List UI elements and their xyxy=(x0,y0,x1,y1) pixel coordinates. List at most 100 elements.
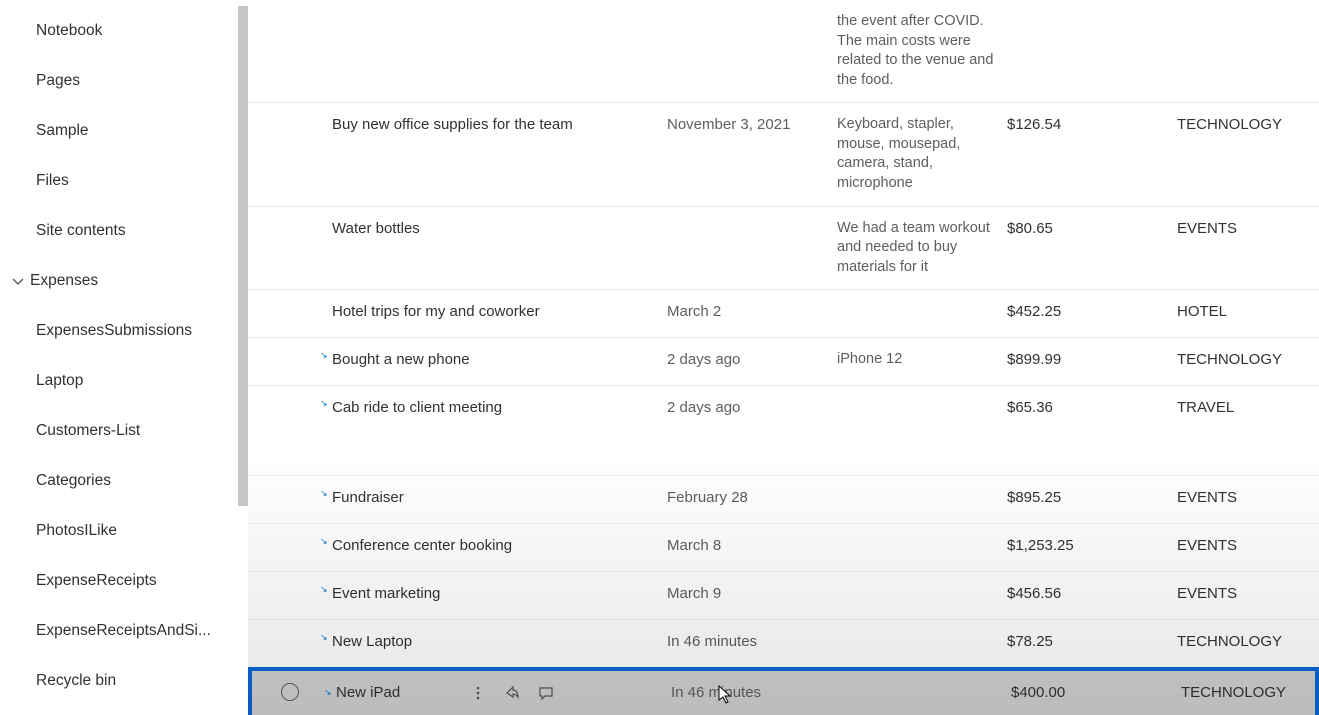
sidebar-item-laptop[interactable]: Laptop xyxy=(0,356,248,406)
sidebar-item-files[interactable]: Files xyxy=(0,156,248,206)
table-row[interactable]: ↘Bought a new phone 2 days ago iPhone 12… xyxy=(248,337,1319,385)
table-row[interactable]: ↘Cab ride to client meeting 2 days ago $… xyxy=(248,385,1319,475)
sidebar-section-expenses[interactable]: Expenses xyxy=(0,256,248,306)
expenses-table: the event after COVID. The main costs we… xyxy=(248,0,1319,715)
row-date xyxy=(663,10,833,14)
sidebar-item-notebook[interactable]: Notebook xyxy=(0,6,248,56)
row-title: ↘ New iPad xyxy=(332,681,667,705)
row-description: the event after COVID. The main costs we… xyxy=(833,10,1003,92)
row-amount: $80.65 xyxy=(1003,217,1173,241)
row-category: TECHNOLOGY xyxy=(1177,681,1315,705)
row-title: ↘Conference center booking xyxy=(328,534,663,558)
row-date: March 9 xyxy=(663,582,833,606)
sidebar-item-recycle-bin[interactable]: Recycle bin xyxy=(0,656,248,706)
row-amount: $126.54 xyxy=(1003,113,1173,137)
row-description xyxy=(833,582,1003,586)
share-icon[interactable] xyxy=(504,685,520,701)
row-category: TECHNOLOGY xyxy=(1173,348,1319,372)
row-description xyxy=(833,396,1003,400)
row-description: Keyboard, stapler, mouse, mousepad, came… xyxy=(833,113,1003,195)
row-select[interactable] xyxy=(248,10,328,14)
sidebar-item-label: Customers-List xyxy=(36,422,140,440)
row-amount: $895.25 xyxy=(1003,486,1173,510)
sidebar-item-categories[interactable]: Categories xyxy=(0,456,248,506)
row-amount: $899.99 xyxy=(1003,348,1173,372)
row-select[interactable] xyxy=(248,630,328,634)
sidebar-item-expenses-submissions[interactable]: ExpensesSubmissions xyxy=(0,306,248,356)
sidebar-item-photos-i-like[interactable]: PhotosILike xyxy=(0,506,248,556)
row-title: ↘Cab ride to client meeting xyxy=(328,396,663,420)
row-title: ↘Fundraiser xyxy=(328,486,663,510)
row-select[interactable] xyxy=(248,486,328,490)
row-select[interactable] xyxy=(248,582,328,586)
row-category: TECHNOLOGY xyxy=(1173,113,1319,137)
row-title xyxy=(328,10,663,14)
radio-unchecked-icon[interactable] xyxy=(281,683,299,701)
row-description: iPhone 12 xyxy=(833,348,1003,372)
row-amount: $452.25 xyxy=(1003,300,1173,324)
sidebar: Notebook Pages Sample Files Site content… xyxy=(0,0,248,715)
link-icon: ↘ xyxy=(320,583,330,595)
mouse-cursor-icon xyxy=(718,685,732,705)
table-row[interactable]: Buy new office supplies for the team Nov… xyxy=(248,102,1319,205)
scrollbar[interactable] xyxy=(238,6,248,506)
row-amount: $400.00 xyxy=(1007,681,1177,705)
row-title: ↘Bought a new phone xyxy=(328,348,663,372)
sidebar-item-expense-receipts-and-si[interactable]: ExpenseReceiptsAndSi... xyxy=(0,606,248,656)
table-row[interactable]: ↘Fundraiser February 28 $895.25 EVENTS xyxy=(248,475,1319,523)
more-icon[interactable] xyxy=(470,685,486,701)
row-select[interactable] xyxy=(248,113,328,117)
row-title: ↘Event marketing xyxy=(328,582,663,606)
row-category: EVENTS xyxy=(1173,582,1319,606)
link-icon: ↘ xyxy=(320,535,330,547)
sidebar-item-label: Categories xyxy=(36,472,111,490)
sidebar-item-label: ExpensesSubmissions xyxy=(36,322,192,340)
sidebar-item-label: Recycle bin xyxy=(36,672,116,690)
sidebar-item-label: Files xyxy=(36,172,69,190)
table-row[interactable]: ↘New Laptop In 46 minutes $78.25 TECHNOL… xyxy=(248,619,1319,667)
sidebar-item-pages[interactable]: Pages xyxy=(0,56,248,106)
row-description xyxy=(833,534,1003,538)
table-row[interactable]: ↘ New iPad In 46 minutes $400.00 TECHNOL xyxy=(252,671,1315,715)
row-select[interactable] xyxy=(248,300,328,304)
comment-icon[interactable] xyxy=(538,685,554,701)
sidebar-item-sample[interactable]: Sample xyxy=(0,106,248,156)
link-icon: ↘ xyxy=(320,397,330,409)
row-select[interactable] xyxy=(248,534,328,538)
link-icon: ↘ xyxy=(324,686,334,698)
table-row[interactable]: Hotel trips for my and coworker March 2 … xyxy=(248,289,1319,337)
row-title: Water bottles xyxy=(328,217,663,241)
row-title: Hotel trips for my and coworker xyxy=(328,300,663,324)
row-select[interactable] xyxy=(252,681,332,703)
row-amount: $65.36 xyxy=(1003,396,1173,420)
link-icon: ↘ xyxy=(320,487,330,499)
sidebar-item-label: Sample xyxy=(36,122,89,140)
row-category xyxy=(1173,10,1319,14)
row-select[interactable] xyxy=(248,217,328,221)
row-date: March 8 xyxy=(663,534,833,558)
row-description xyxy=(833,486,1003,490)
row-select[interactable] xyxy=(248,348,328,352)
row-amount xyxy=(1003,10,1173,14)
table-row[interactable]: the event after COVID. The main costs we… xyxy=(248,0,1319,102)
row-title: ↘New Laptop xyxy=(328,630,663,654)
row-date: 2 days ago xyxy=(663,396,833,420)
row-description xyxy=(837,681,1007,685)
table-row[interactable]: Water bottles We had a team workout and … xyxy=(248,206,1319,290)
table-row[interactable]: ↘Conference center booking March 8 $1,25… xyxy=(248,523,1319,571)
row-category: EVENTS xyxy=(1173,217,1319,241)
row-amount: $1,253.25 xyxy=(1003,534,1173,558)
row-category: EVENTS xyxy=(1173,486,1319,510)
link-icon: ↘ xyxy=(320,631,330,643)
row-date: 2 days ago xyxy=(663,348,833,372)
link-icon: ↘ xyxy=(320,349,330,361)
row-select[interactable] xyxy=(248,396,328,400)
row-category: EVENTS xyxy=(1173,534,1319,558)
main-content: the event after COVID. The main costs we… xyxy=(248,0,1319,715)
sidebar-item-label: Pages xyxy=(36,72,80,90)
row-amount: $78.25 xyxy=(1003,630,1173,654)
table-row[interactable]: ↘Event marketing March 9 $456.56 EVENTS xyxy=(248,571,1319,619)
sidebar-item-customers-list[interactable]: Customers-List xyxy=(0,406,248,456)
sidebar-item-site-contents[interactable]: Site contents xyxy=(0,206,248,256)
sidebar-item-expense-receipts[interactable]: ExpenseReceipts xyxy=(0,556,248,606)
